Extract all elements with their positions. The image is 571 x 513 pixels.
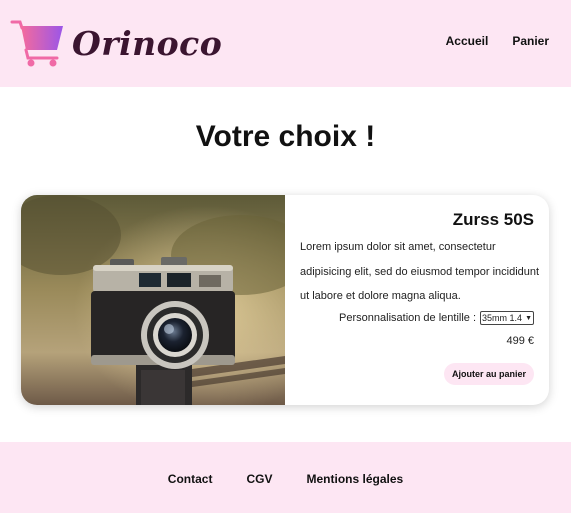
nav-link-home[interactable]: Accueil — [446, 34, 489, 48]
page-title: Votre choix ! — [195, 120, 376, 153]
product-name: Zurss 50S — [452, 210, 534, 229]
lens-select[interactable]: 35mm 1.4 ▼ — [480, 311, 534, 325]
footer-link-cgv[interactable]: CGV — [246, 472, 272, 486]
logo[interactable]: Orinoco — [10, 18, 222, 68]
site-header: Orinoco Accueil Panier — [0, 0, 571, 87]
product-info: Zurss 50S Lorem ipsum dolor sit amet, co… — [285, 195, 549, 405]
product-price: 499 € — [506, 335, 534, 347]
lens-option-row: Personnalisation de lentille : 35mm 1.4 … — [339, 311, 534, 325]
footer-nav: Contact CGV Mentions légales — [0, 472, 571, 486]
brand-name: Orinoco — [72, 23, 223, 63]
lens-selected-value: 35mm 1.4 — [482, 313, 523, 323]
footer-link-contact[interactable]: Contact — [168, 472, 213, 486]
top-nav: Accueil Panier — [446, 34, 549, 48]
footer-link-legal[interactable]: Mentions légales — [306, 472, 403, 486]
product-card: Zurss 50S Lorem ipsum dolor sit amet, co… — [21, 195, 549, 405]
add-to-cart-button[interactable]: Ajouter au panier — [443, 363, 534, 385]
nav-link-cart[interactable]: Panier — [512, 34, 549, 48]
shopping-cart-icon — [10, 20, 63, 67]
chevron-down-icon: ▼ — [525, 314, 532, 322]
camera-photo — [21, 195, 285, 405]
site-footer: Contact CGV Mentions légales — [0, 442, 571, 513]
lens-label: Personnalisation de lentille : — [339, 312, 477, 324]
product-description: Lorem ipsum dolor sit amet, consectetur … — [300, 241, 540, 302]
